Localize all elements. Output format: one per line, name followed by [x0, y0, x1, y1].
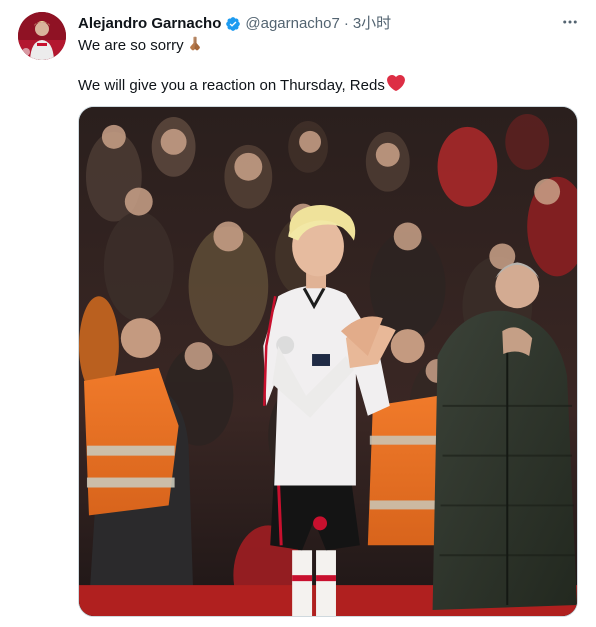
- tweet-media-photo[interactable]: [78, 106, 578, 617]
- separator-dot: ·: [343, 15, 349, 32]
- more-horizontal-icon: [563, 20, 577, 24]
- avatar[interactable]: [18, 12, 66, 60]
- player-applauding-photo: [79, 107, 577, 616]
- avatar-image: [18, 12, 66, 60]
- timestamp[interactable]: 3小时: [353, 14, 391, 34]
- folded-hands-icon: [189, 36, 200, 51]
- tweet-text-line-1: We are so sorry: [78, 34, 204, 56]
- tweet-header: Alejandro Garnacho @agarnacho7 · 3小时: [78, 14, 391, 34]
- tweet-text-line-2: We will give you a reaction on Thursday,…: [78, 74, 405, 96]
- author-name[interactable]: Alejandro Garnacho: [78, 14, 221, 34]
- tweet-text: We will give you a reaction on Thursday,…: [78, 77, 385, 94]
- red-heart-icon: [386, 74, 405, 92]
- tweet-card[interactable]: Alejandro Garnacho @agarnacho7 · 3小时 We …: [0, 0, 596, 627]
- more-options-button[interactable]: [558, 10, 582, 34]
- author-handle[interactable]: @agarnacho7: [245, 14, 339, 34]
- tweet-text: We are so sorry: [78, 37, 184, 54]
- verified-badge-icon: [226, 17, 241, 31]
